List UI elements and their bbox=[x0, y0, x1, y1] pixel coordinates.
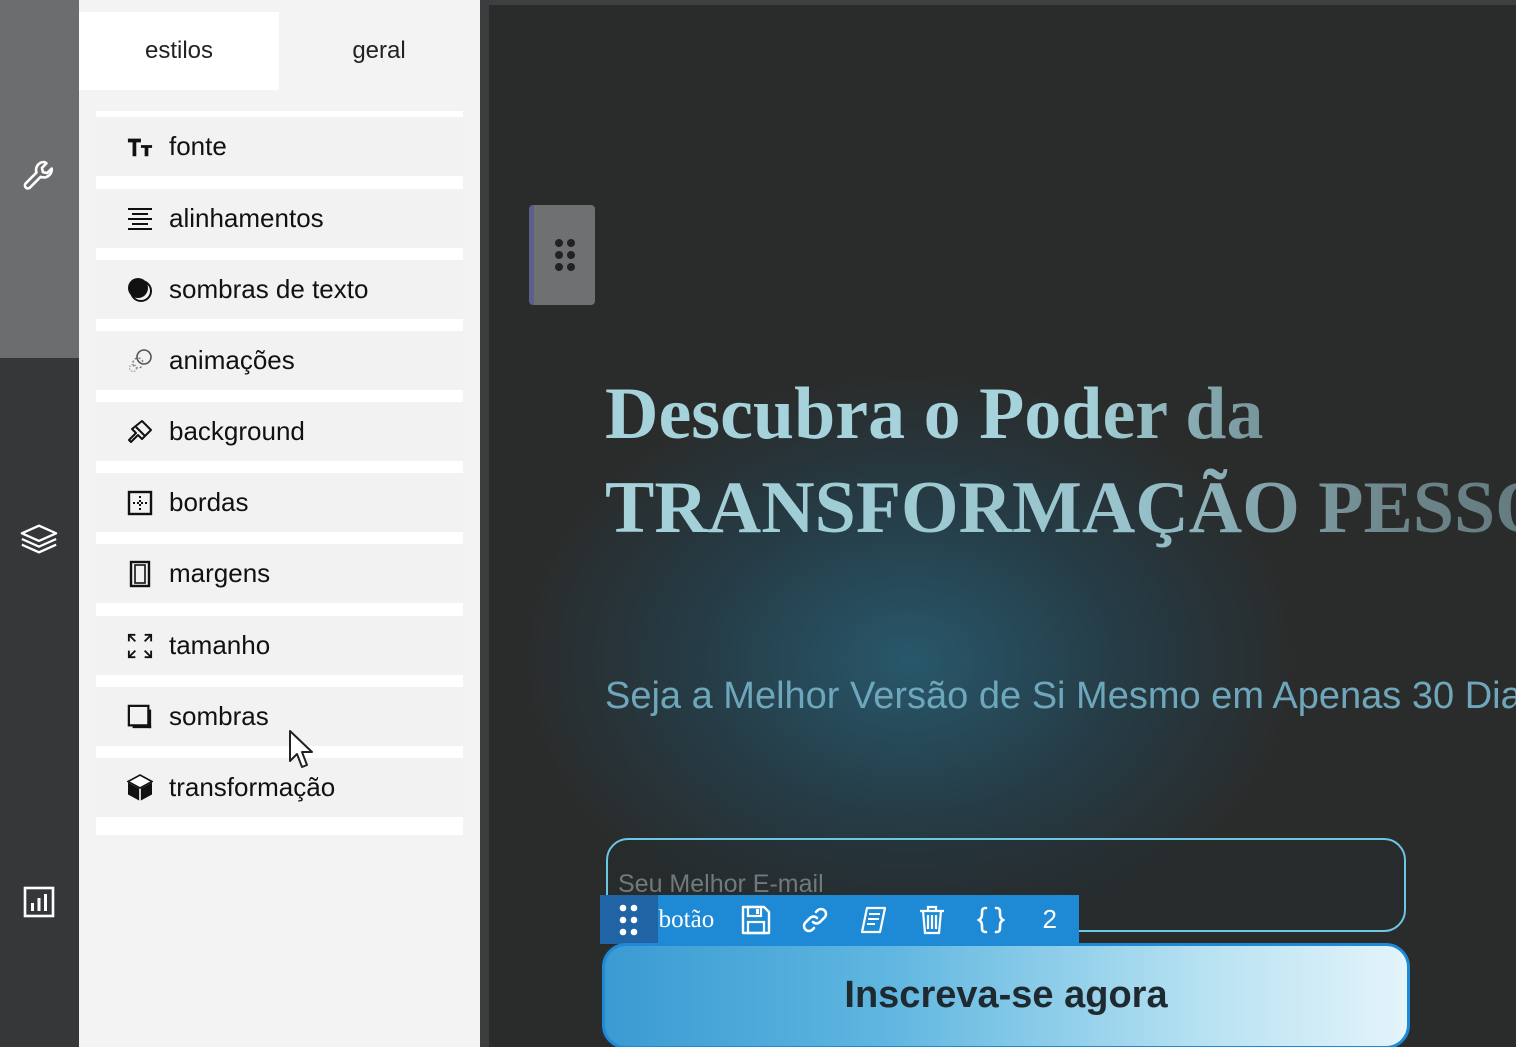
panel-divider[interactable] bbox=[480, 0, 489, 1047]
save-icon bbox=[742, 905, 771, 934]
text-shadow-icon bbox=[127, 277, 153, 303]
animation-icon bbox=[127, 348, 153, 374]
edit-text-button[interactable] bbox=[844, 895, 903, 944]
menu-item-label: animações bbox=[169, 345, 295, 375]
border-icon bbox=[127, 490, 153, 516]
box-shadow-icon bbox=[127, 704, 153, 730]
wrench-icon[interactable] bbox=[19, 156, 59, 196]
align-icon bbox=[127, 206, 153, 232]
menu-item-label: fonte bbox=[169, 131, 227, 161]
toolbar-element-label: botão bbox=[658, 905, 715, 933]
menu-item-label: tamanho bbox=[169, 630, 271, 660]
chart-icon[interactable] bbox=[19, 882, 59, 922]
element-toolbar: botão 2 bbox=[600, 895, 1079, 944]
menu-item-label: background bbox=[169, 416, 305, 446]
headline-line-2: TRANSFORMAÇÃO PESSOAL bbox=[605, 460, 1516, 556]
trash-icon bbox=[920, 905, 945, 934]
page-headline[interactable]: Descubra o Poder da TRANSFORMAÇÃO PESSOA… bbox=[605, 368, 1516, 556]
paint-bucket-icon bbox=[127, 419, 153, 445]
canvas-top-border bbox=[489, 0, 1516, 5]
font-size-icon bbox=[127, 134, 153, 160]
section-drag-handle[interactable] bbox=[529, 205, 595, 305]
menu-item-label: bordas bbox=[169, 487, 249, 517]
menu-item-label: margens bbox=[169, 558, 271, 588]
menu-item-fonte[interactable]: fonte bbox=[96, 117, 463, 176]
editor-canvas[interactable]: Descubra o Poder da TRANSFORMAÇÃO PESSOA… bbox=[489, 0, 1516, 1047]
page-subheadline[interactable]: Seja a Melhor Versão de Si Mesmo em Apen… bbox=[605, 675, 1516, 718]
menu-item-margens[interactable]: margens bbox=[96, 544, 463, 603]
toolbar-count[interactable]: 2 bbox=[1020, 904, 1079, 935]
margin-icon bbox=[127, 560, 153, 587]
menu-item-label: sombras bbox=[169, 701, 269, 731]
menu-item-sombras[interactable]: sombras bbox=[96, 687, 463, 746]
headline-line-1: Descubra o Poder da bbox=[605, 368, 1516, 460]
menu-item-background[interactable]: background bbox=[96, 402, 463, 461]
panel-tabs: estilos geral bbox=[79, 0, 479, 100]
menu-item-sombras-de-texto[interactable]: sombras de texto bbox=[96, 260, 463, 319]
link-icon bbox=[802, 907, 828, 932]
menu-item-alinhamentos[interactable]: alinhamentos bbox=[96, 189, 463, 248]
left-icon-rail bbox=[0, 0, 79, 1047]
menu-item-animacoes[interactable]: animações bbox=[96, 331, 463, 390]
drag-dots-icon bbox=[619, 904, 638, 935]
menu-item-label: alinhamentos bbox=[169, 203, 324, 233]
menu-item-label: sombras de texto bbox=[169, 274, 369, 304]
layers-icon[interactable] bbox=[19, 519, 59, 559]
toolbar-drag-handle[interactable] bbox=[600, 895, 658, 944]
cube-icon bbox=[127, 773, 153, 801]
edit-text-icon bbox=[860, 906, 886, 933]
menu-item-tamanho[interactable]: tamanho bbox=[96, 616, 463, 675]
tab-geral[interactable]: geral bbox=[279, 12, 479, 90]
code-braces-icon bbox=[976, 906, 1006, 933]
drag-dots-icon bbox=[554, 239, 575, 271]
menu-item-label: transformação bbox=[169, 772, 336, 802]
save-button[interactable] bbox=[727, 895, 786, 944]
style-menu-list: fonte alinhamentos sombras de texto anim… bbox=[96, 111, 463, 835]
code-button[interactable] bbox=[962, 895, 1021, 944]
menu-item-bordas[interactable]: bordas bbox=[96, 473, 463, 532]
styles-panel: estilos geral fonte alinhamentos sombras… bbox=[79, 0, 480, 1047]
menu-item-transformacao[interactable]: transformação bbox=[96, 758, 463, 817]
resize-icon bbox=[127, 633, 153, 659]
subscribe-button-label: Inscreva-se agora bbox=[844, 973, 1168, 1016]
subscribe-button[interactable]: Inscreva-se agora bbox=[602, 943, 1410, 1047]
delete-button[interactable] bbox=[903, 895, 962, 944]
link-button[interactable] bbox=[786, 895, 845, 944]
tab-estilos[interactable]: estilos bbox=[79, 12, 279, 90]
